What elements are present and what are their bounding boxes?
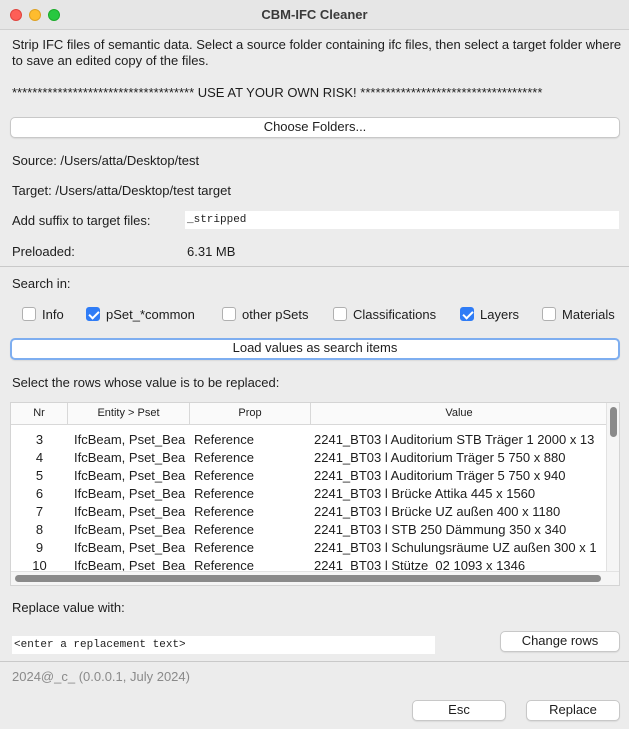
table-row[interactable]: 9 IfcBeam, Pset_Bea Reference 2241_BT03 … (11, 539, 607, 557)
column-header-prop[interactable]: Prop (190, 403, 311, 425)
checkbox-pset-common[interactable]: pSet_*common (86, 306, 195, 322)
cell-value: 2241_BT03 l Auditorium Träger 5 750 x 94… (314, 468, 566, 483)
cell-entity: IfcBeam, Pset_Bea (74, 486, 186, 501)
cell-nr: 8 (35, 522, 44, 537)
cell-entity: IfcBeam, Pset_Bea (74, 450, 186, 465)
replace-button[interactable]: Replace (526, 700, 620, 721)
checkbox-icon[interactable] (542, 307, 556, 321)
title-bar: CBM-IFC Cleaner (0, 0, 629, 30)
checkbox-icon[interactable] (333, 307, 347, 321)
table-row[interactable]: 5 IfcBeam, Pset_Bea Reference 2241_BT03 … (11, 467, 607, 485)
checkbox-checked-icon[interactable] (460, 307, 474, 321)
cell-entity: IfcBeam, Pset_Bea (74, 522, 186, 537)
checkbox-other-psets[interactable]: other pSets (222, 306, 309, 322)
cell-nr: 4 (35, 450, 44, 465)
table-row[interactable]: 7 IfcBeam, Pset_Bea Reference 2241_BT03 … (11, 503, 607, 521)
table-instruction: Select the rows whose value is to be rep… (12, 375, 280, 390)
preloaded-value: 6.31 MB (187, 244, 236, 259)
checkbox-icon[interactable] (22, 307, 36, 321)
cell-entity: IfcBeam, Pset_Bea (74, 432, 186, 447)
description-text: Strip IFC files of semantic data. Select… (12, 37, 622, 68)
warning-text: ************************************ USE… (12, 85, 543, 100)
cell-value: 2241_BT03 l Brücke Attika 445 x 1560 (314, 486, 536, 501)
cell-value: 2241_BT03 l Schulungsräume UZ außen 300 … (314, 540, 597, 555)
checkbox-info[interactable]: Info (22, 306, 64, 322)
cell-entity: IfcBeam, Pset_Bea (74, 540, 186, 555)
cell-value: 2241_BT03 l STB 250 Dämmung 350 x 340 (314, 522, 567, 537)
footer-divider (0, 661, 629, 662)
cell-prop: Reference (194, 450, 254, 465)
cell-nr: 3 (35, 432, 44, 447)
window-title: CBM-IFC Cleaner (261, 7, 368, 22)
checkbox-label: Materials (562, 306, 615, 322)
cell-prop: Reference (194, 522, 254, 537)
cell-entity: IfcBeam, Pset_Bea (74, 504, 186, 519)
vertical-scrollbar[interactable] (606, 403, 619, 571)
table-row[interactable]: 6 IfcBeam, Pset_Bea Reference 2241_BT03 … (11, 485, 607, 503)
cell-value: 2241_BT03 l Brücke UZ außen 400 x 1180 (314, 504, 561, 519)
cell-prop: Reference (194, 468, 254, 483)
cell-nr: 6 (35, 486, 44, 501)
table-header: Nr Entity > Pset Prop Value (11, 403, 607, 425)
cell-prop: Reference (194, 540, 254, 555)
replacement-input[interactable] (12, 636, 435, 654)
column-header-value[interactable]: Value (311, 403, 607, 425)
cell-nr: 5 (35, 468, 44, 483)
cell-value: 2241_BT03 l Auditorium Träger 5 750 x 88… (314, 450, 566, 465)
cell-prop: Reference (194, 504, 254, 519)
table-row[interactable]: 3 IfcBeam, Pset_Bea Reference 2241_BT03 … (11, 431, 607, 449)
checkbox-label: Classifications (353, 306, 437, 322)
table-row[interactable]: 8 IfcBeam, Pset_Bea Reference 2241_BT03 … (11, 521, 607, 539)
checkbox-label: Info (42, 306, 64, 322)
table-row[interactable]: 4 IfcBeam, Pset_Bea Reference 2241_BT03 … (11, 449, 607, 467)
checkbox-label: other pSets (242, 306, 309, 322)
suffix-label: Add suffix to target files: (12, 213, 151, 228)
checkbox-icon[interactable] (222, 307, 236, 321)
cell-nr: 7 (35, 504, 44, 519)
checkbox-classifications[interactable]: Classifications (333, 306, 436, 322)
cell-value: 2241_BT03 l Auditorium STB Träger 1 2000… (314, 432, 595, 447)
cell-nr: 9 (35, 540, 44, 555)
cell-prop: Reference (194, 432, 254, 447)
version-text: 2024@_c_ (0.0.0.1, July 2024) (12, 669, 190, 684)
replace-label: Replace value with: (12, 600, 125, 615)
suffix-input[interactable]: _stripped (185, 211, 619, 229)
values-table[interactable]: Nr Entity > Pset Prop Value 3 IfcBeam, P… (10, 402, 620, 586)
esc-button[interactable]: Esc (412, 700, 506, 721)
column-header-entity[interactable]: Entity > Pset (68, 403, 190, 425)
vertical-scroll-thumb[interactable] (610, 407, 617, 437)
horizontal-scroll-thumb[interactable] (15, 575, 601, 582)
checkbox-materials[interactable]: Materials (542, 306, 615, 322)
checkbox-checked-icon[interactable] (86, 307, 100, 321)
checkbox-label: Layers (480, 306, 520, 322)
cell-prop: Reference (194, 486, 254, 501)
search-in-label: Search in: (12, 276, 71, 291)
source-path: Source: /Users/atta/Desktop/test (12, 153, 200, 168)
target-path: Target: /Users/atta/Desktop/test target (12, 183, 231, 198)
column-header-nr[interactable]: Nr (11, 403, 68, 425)
load-values-button[interactable]: Load values as search items (10, 338, 620, 360)
checkbox-layers[interactable]: Layers (460, 306, 519, 322)
checkbox-label: pSet_*common (106, 306, 195, 322)
cell-entity: IfcBeam, Pset_Bea (74, 468, 186, 483)
section-divider (0, 266, 629, 267)
choose-folders-button[interactable]: Choose Folders... (10, 117, 620, 138)
horizontal-scrollbar[interactable] (11, 571, 619, 585)
change-rows-button[interactable]: Change rows (500, 631, 620, 652)
preloaded-label: Preloaded: (12, 244, 75, 259)
